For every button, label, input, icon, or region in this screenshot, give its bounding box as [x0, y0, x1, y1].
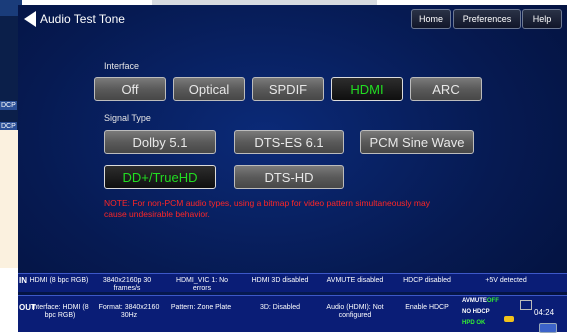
signal-pcm-button[interactable]: PCM Sine Wave	[360, 130, 474, 154]
interface-hdmi-button[interactable]: HDMI	[331, 77, 403, 101]
interface-arc-button[interactable]: ARC	[410, 77, 482, 101]
interface-optical-button[interactable]: Optical	[173, 77, 245, 101]
avmute-state: OFF	[486, 298, 499, 304]
monitor-icon	[520, 300, 532, 310]
top-bar: Audio Test Tone Home Preferences Help	[18, 5, 567, 33]
input-status-avmute: AVMUTE disabled	[326, 277, 384, 284]
home-button[interactable]: Home	[411, 9, 451, 29]
input-status-hdcp: HDCP disabled	[403, 277, 451, 284]
interface-label: Interface	[104, 61, 140, 71]
warning-note: NOTE: For non-PCM audio types, using a b…	[104, 198, 430, 219]
output-status-3d[interactable]: 3D: Disabled	[246, 304, 314, 312]
input-status-vic: HDMI_VIC 1: No errors	[175, 277, 229, 292]
output-status-bar: OUT Interface: HDMI (8 bpc RGB) Format: …	[18, 295, 567, 333]
back-arrow-icon[interactable]	[24, 11, 36, 27]
background-window-label: DCP	[0, 101, 17, 110]
output-status-pattern[interactable]: Pattern: Zone Plate	[170, 304, 232, 312]
hpd-ok-indicator: HPD OK	[462, 320, 486, 326]
interface-off-button[interactable]: Off	[94, 77, 166, 101]
audio-test-tone-window: Audio Test Tone Home Preferences Help In…	[18, 5, 567, 333]
menu-toggle-button[interactable]	[539, 323, 557, 333]
output-status-interface[interactable]: Interface: HDMI (8 bpc RGB)	[28, 304, 92, 320]
output-indicators: AVMUTEOFF NO HDCP HPD OK	[462, 298, 499, 326]
signal-dolby-button[interactable]: Dolby 5.1	[104, 130, 216, 154]
avmute-indicator: AVMUTEOFF	[462, 298, 499, 304]
enable-hdcp-button[interactable]: Enable HDCP	[396, 304, 458, 312]
clock: 04:24	[534, 308, 555, 317]
signal-dts-hd-button[interactable]: DTS-HD	[234, 165, 344, 189]
background-panel	[0, 130, 18, 268]
input-status-bar: IN HDMI (8 bpc RGB) 3840x2160p 30 frames…	[18, 273, 567, 292]
signal-type-label: Signal Type	[104, 113, 151, 123]
output-status-format[interactable]: Format: 3840x2160 30Hz	[98, 304, 160, 320]
no-hdcp-indicator: NO HDCP	[462, 309, 490, 315]
input-status-interface: HDMI (8 bpc RGB)	[29, 277, 89, 284]
key-icon	[504, 316, 514, 322]
avmute-label: AVMUTE	[462, 298, 487, 304]
signal-ddplus-button[interactable]: DD+/TrueHD	[104, 165, 216, 189]
interface-spdif-button[interactable]: SPDIF	[252, 77, 324, 101]
input-status-3d: HDMI 3D disabled	[251, 277, 309, 284]
input-status-5v: +5V detected	[485, 277, 527, 284]
preferences-button[interactable]: Preferences	[453, 9, 521, 29]
help-button[interactable]: Help	[522, 9, 562, 29]
input-status-format: 3840x2160p 30 frames/s	[102, 277, 152, 292]
output-status-audio[interactable]: Audio (HDMI): Not configured	[321, 304, 389, 320]
input-side-label: IN	[19, 276, 27, 285]
signal-dts-es-button[interactable]: DTS-ES 6.1	[234, 130, 344, 154]
page-title: Audio Test Tone	[40, 12, 125, 26]
